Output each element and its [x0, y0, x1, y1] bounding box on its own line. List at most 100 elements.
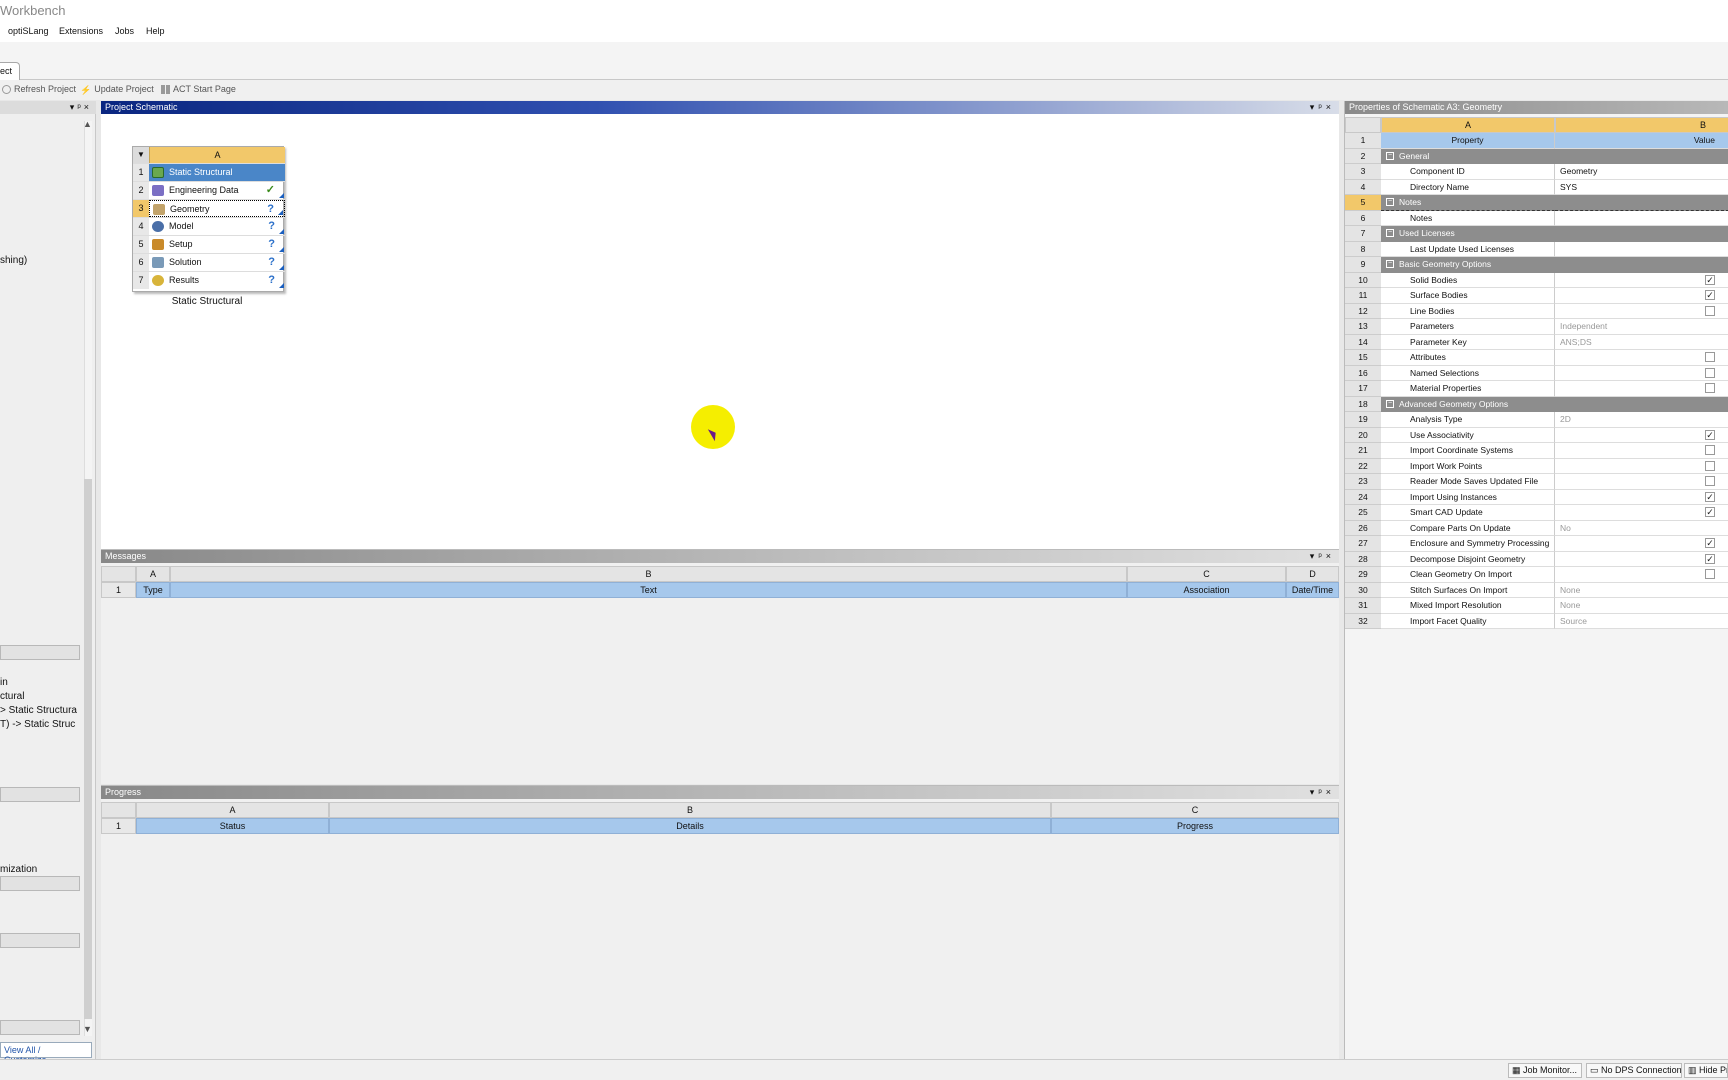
checkbox-unchecked[interactable]	[1705, 569, 1715, 579]
property-group-row[interactable]: 2− General	[1345, 148, 1728, 164]
property-row[interactable]: 16 Named Selections	[1345, 365, 1728, 381]
property-row[interactable]: 10 Solid Bodies ✓	[1345, 272, 1728, 288]
close-icon[interactable]: ×	[1326, 551, 1335, 561]
property-row[interactable]: 26 Compare Parts On Update No	[1345, 520, 1728, 536]
system-caption[interactable]: Static Structural	[132, 296, 282, 307]
property-row[interactable]: 15 Attributes	[1345, 350, 1728, 366]
property-value[interactable]	[1555, 458, 1728, 474]
cell-results[interactable]: 7 Results ?	[133, 271, 285, 289]
cell-geometry[interactable]: 3 Geometry ?	[133, 199, 285, 217]
property-value[interactable]	[1555, 381, 1728, 397]
toolbox-section-bar[interactable]	[0, 787, 80, 802]
checkbox-unchecked[interactable]	[1705, 383, 1715, 393]
property-group-row[interactable]: 5− Notes	[1345, 195, 1728, 211]
job-monitor-button[interactable]: ▦ Job Monitor...	[1508, 1063, 1582, 1078]
checkbox-unchecked[interactable]	[1705, 460, 1715, 471]
property-value[interactable]	[1555, 350, 1728, 366]
tab-project[interactable]: ect	[0, 62, 20, 80]
property-value[interactable]: ✓	[1555, 288, 1728, 304]
close-icon[interactable]: ×	[1326, 787, 1335, 797]
toolbox-item[interactable]: shing)	[0, 255, 27, 266]
checkbox-unchecked[interactable]	[1705, 476, 1715, 486]
property-row[interactable]: 11 Surface Bodies ✓	[1345, 288, 1728, 304]
property-value[interactable]: None	[1555, 598, 1728, 614]
static-structural-system-block[interactable]: ▼ A 1 Static Structural 2 Engineering Da…	[132, 146, 285, 292]
property-value[interactable]	[1555, 365, 1728, 381]
property-value[interactable]	[1555, 241, 1728, 257]
cell-static-structural[interactable]: 1 Static Structural	[133, 163, 285, 181]
checkbox-checked[interactable]: ✓	[1705, 429, 1715, 440]
property-value[interactable]: ✓	[1555, 551, 1728, 567]
property-value[interactable]: None	[1555, 582, 1728, 598]
property-header-row[interactable]: 1 Property Value	[1345, 133, 1728, 149]
toolbox-item[interactable]: mization	[0, 864, 37, 875]
toolbox-item[interactable]: T) -> Static Struc	[0, 719, 75, 730]
property-row[interactable]: 13 Parameters Independent	[1345, 319, 1728, 335]
checkbox-unchecked[interactable]	[1705, 352, 1715, 362]
property-value[interactable]: ✓	[1555, 272, 1728, 288]
menu-optislang[interactable]: optiSLang	[8, 26, 49, 36]
property-row[interactable]: 20 Use Associativity ✓	[1345, 427, 1728, 443]
hide-progress-button[interactable]: ▥ Hide Pro	[1684, 1063, 1728, 1078]
property-row[interactable]: 32 Import Facet Quality Source	[1345, 613, 1728, 629]
property-value[interactable]: SYS	[1555, 179, 1728, 195]
property-row[interactable]: 14 Parameter Key ANS;DS	[1345, 334, 1728, 350]
cell-model[interactable]: 4 Model ?	[133, 217, 285, 235]
property-row[interactable]: 4 Directory Name SYS	[1345, 179, 1728, 195]
property-row[interactable]: 23 Reader Mode Saves Updated File	[1345, 474, 1728, 490]
pin-icon[interactable]: ᵖ	[1318, 551, 1325, 561]
system-dropdown-icon[interactable]: ▼	[133, 147, 149, 163]
property-row[interactable]: 25 Smart CAD Update ✓	[1345, 505, 1728, 521]
property-value[interactable]	[1555, 303, 1728, 319]
property-row[interactable]: 28 Decompose Disjoint Geometry ✓	[1345, 551, 1728, 567]
property-value[interactable]	[1555, 474, 1728, 490]
property-row[interactable]: 24 Import Using Instances ✓	[1345, 489, 1728, 505]
property-value[interactable]: 2D	[1555, 412, 1728, 428]
act-start-page-button[interactable]: ACT Start Page	[161, 84, 236, 94]
menu-extensions[interactable]: Extensions	[59, 26, 103, 36]
toolbox-section-bar[interactable]	[0, 645, 80, 660]
collapse-icon[interactable]: −	[1386, 151, 1394, 160]
property-value[interactable]: ✓	[1555, 489, 1728, 505]
dps-connection-button[interactable]: ▭ No DPS Connection	[1586, 1063, 1682, 1078]
property-value[interactable]: ANS;DS	[1555, 334, 1728, 350]
property-value[interactable]: Source	[1555, 613, 1728, 629]
property-row[interactable]: 21 Import Coordinate Systems	[1345, 443, 1728, 459]
checkbox-checked[interactable]: ✓	[1705, 553, 1715, 564]
scroll-up-icon[interactable]: ▲	[83, 119, 92, 129]
property-value[interactable]: No	[1555, 520, 1728, 536]
toolbox-section-bar[interactable]	[0, 876, 80, 891]
refresh-project-button[interactable]: Refresh Project	[2, 84, 76, 94]
menu-help[interactable]: Help	[146, 26, 165, 36]
update-project-button[interactable]: ⚡ Update Project	[80, 84, 154, 95]
toolbox-section-bar[interactable]	[0, 1020, 80, 1035]
cell-engineering-data[interactable]: 2 Engineering Data ✓	[133, 181, 285, 199]
cell-setup[interactable]: 5 Setup ?	[133, 235, 285, 253]
property-value[interactable]: Independent	[1555, 319, 1728, 335]
pin-icon[interactable]: ᵖ	[1318, 102, 1325, 112]
property-row[interactable]: 17 Material Properties	[1345, 381, 1728, 397]
collapse-icon[interactable]: −	[1386, 198, 1394, 206]
property-row[interactable]: 30 Stitch Surfaces On Import None	[1345, 582, 1728, 598]
property-value[interactable]	[1555, 567, 1728, 583]
property-group-row[interactable]: 9− Basic Geometry Options	[1345, 257, 1728, 273]
property-value[interactable]	[1555, 443, 1728, 459]
toolbox-item[interactable]: > Static Structura	[0, 705, 77, 716]
pin-icon[interactable]: ᵖ	[1318, 787, 1325, 797]
collapse-icon[interactable]: −	[1386, 399, 1394, 408]
property-group-row[interactable]: 7− Used Licenses	[1345, 226, 1728, 242]
property-row[interactable]: 6 Notes	[1345, 210, 1728, 226]
cell-solution[interactable]: 6 Solution ?	[133, 253, 285, 271]
property-row[interactable]: 22 Import Work Points	[1345, 458, 1728, 474]
property-value[interactable]: Geometry	[1555, 164, 1728, 180]
property-value[interactable]: ✓	[1555, 427, 1728, 443]
checkbox-unchecked[interactable]	[1705, 305, 1715, 316]
checkbox-checked[interactable]: ✓	[1705, 507, 1715, 517]
property-group-row[interactable]: 18− Advanced Geometry Options	[1345, 396, 1728, 412]
checkbox-checked[interactable]: ✓	[1705, 290, 1715, 300]
toolbox-section-bar[interactable]	[0, 933, 80, 948]
checkbox-checked[interactable]: ✓	[1705, 274, 1715, 285]
collapse-icon[interactable]: −	[1386, 229, 1394, 237]
checkbox-unchecked[interactable]	[1705, 445, 1715, 455]
property-row[interactable]: 31 Mixed Import Resolution None	[1345, 598, 1728, 614]
